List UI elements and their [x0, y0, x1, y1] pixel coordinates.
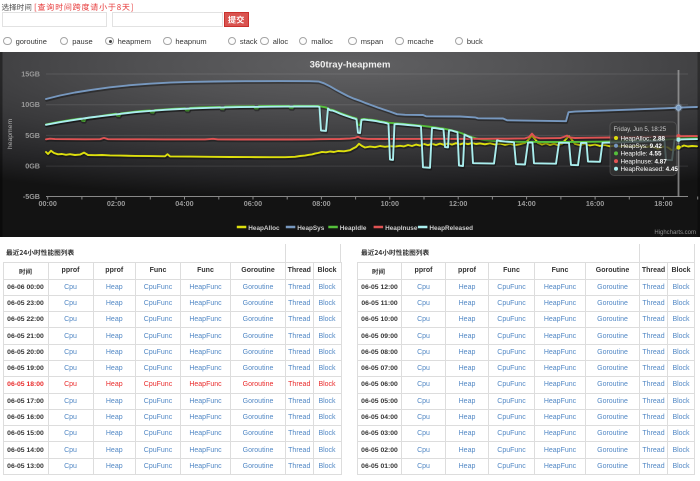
svg-text:-5GB: -5GB — [23, 192, 40, 201]
svg-text:12:00: 12:00 — [449, 199, 467, 208]
svg-text:5GB: 5GB — [25, 131, 40, 140]
svg-text:0GB: 0GB — [25, 162, 40, 171]
svg-text:Highcharts.com: Highcharts.com — [654, 230, 696, 236]
svg-text:10GB: 10GB — [21, 100, 40, 109]
svg-text:HeapIdle: HeapIdle — [340, 225, 367, 232]
svg-text:360tray-heapmem: 360tray-heapmem — [310, 60, 391, 71]
svg-text:14:00: 14:00 — [517, 199, 535, 208]
svg-text:HeapReleased: HeapReleased — [429, 225, 473, 232]
svg-text:15GB: 15GB — [21, 70, 40, 79]
svg-text:HeapInuse: 4.87: HeapInuse: 4.87 — [621, 158, 668, 165]
svg-text:Friday, Jun 5, 18:25: Friday, Jun 5, 18:25 — [614, 127, 667, 133]
svg-text:HeapAlloc: 2.88: HeapAlloc: 2.88 — [621, 135, 666, 142]
svg-text:HeapSys: HeapSys — [297, 225, 324, 232]
svg-text:04:00: 04:00 — [175, 199, 193, 208]
svg-text:HeapReleased: 4.45: HeapReleased: 4.45 — [621, 166, 679, 173]
svg-text:HeapAlloc: HeapAlloc — [248, 225, 280, 232]
svg-text:08:00: 08:00 — [312, 199, 330, 208]
svg-text:06:00: 06:00 — [244, 199, 262, 208]
svg-text:HeapIdle: 4.55: HeapIdle: 4.55 — [621, 151, 662, 158]
svg-text:heapmem: heapmem — [7, 119, 14, 150]
svg-text:HeapSys: 9.42: HeapSys: 9.42 — [621, 143, 663, 150]
svg-text:16:00: 16:00 — [586, 199, 604, 208]
svg-text:02:00: 02:00 — [107, 199, 125, 208]
svg-text:HeapInuse: HeapInuse — [385, 225, 418, 232]
svg-text:18:00: 18:00 — [654, 199, 672, 208]
svg-text:10:00: 10:00 — [381, 199, 399, 208]
svg-text:00:00: 00:00 — [39, 199, 57, 208]
